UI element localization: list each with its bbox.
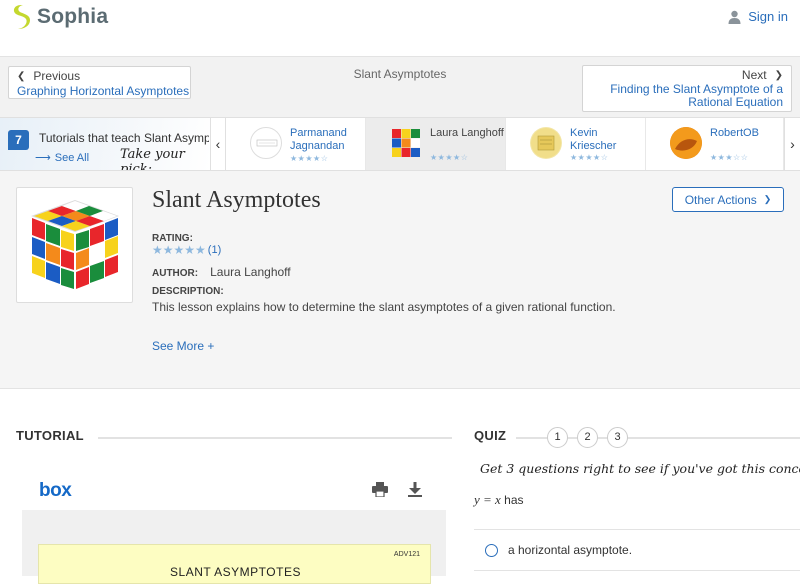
lesson-rating[interactable]: ★★★★★ (1) bbox=[152, 243, 221, 257]
carousel-prev-button[interactable]: ‹ bbox=[210, 118, 226, 170]
tutorial-card[interactable]: Kevin Kriescher ★★★★☆ bbox=[506, 118, 646, 170]
rating-stars: ★★★★☆ bbox=[430, 153, 469, 162]
previous-label: Previous bbox=[33, 69, 81, 83]
download-icon[interactable] bbox=[408, 482, 422, 497]
see-more-link[interactable]: See More + bbox=[152, 339, 214, 353]
rating-stars: ★★★★☆ bbox=[290, 154, 329, 163]
see-all-link[interactable]: ⟶ See All bbox=[35, 151, 90, 165]
avatar bbox=[390, 127, 422, 159]
arrow-right-icon: ⟶ bbox=[35, 152, 51, 164]
tutor-name: RobertOB bbox=[710, 127, 759, 139]
other-actions-label: Other Actions bbox=[684, 192, 757, 207]
question-equation: y = x bbox=[474, 492, 501, 507]
chevron-left-icon: ❮ bbox=[17, 70, 26, 82]
document-title: SLANT ASYMPTOTES bbox=[170, 565, 301, 579]
tutor-name: Parmanand Jagnandan bbox=[290, 127, 347, 152]
see-all-label: See All bbox=[54, 151, 90, 164]
viewer-toolbar: box bbox=[22, 466, 446, 510]
quiz-hint: Get 3 questions right to see if you've g… bbox=[480, 461, 800, 476]
description-label: DESCRIPTION: bbox=[152, 286, 224, 297]
chevron-right-icon: › bbox=[790, 136, 795, 152]
tutorial-card-selected[interactable]: Laura Langhoff ★★★★☆ bbox=[366, 118, 506, 170]
chevron-right-icon: ❯ bbox=[774, 69, 783, 81]
document-code: ADV121 bbox=[393, 551, 420, 558]
lesson-info-panel: Slant Asymptotes Other Actions ❯ RATING:… bbox=[0, 171, 800, 389]
rating-stars: ★★★★☆ bbox=[570, 153, 609, 162]
question-text: has bbox=[504, 493, 524, 507]
previous-button[interactable]: ❮ Previous Graphing Horizontal Asymptote… bbox=[8, 66, 191, 99]
top-bar: Sophia Sign in bbox=[0, 0, 800, 36]
quiz-heading: QUIZ bbox=[474, 428, 507, 443]
author-row: AUTHOR: Laura Langhoff bbox=[152, 265, 291, 279]
answer-text: a horizontal asymptote. bbox=[508, 543, 633, 557]
quiz-question: y = x has bbox=[474, 492, 524, 508]
tutorial-heading: TUTORIAL bbox=[16, 428, 84, 443]
avatar bbox=[670, 127, 702, 159]
tutorial-card[interactable]: Parmanand Jagnandan ★★★★☆ bbox=[226, 118, 366, 170]
previous-lesson-link[interactable]: Graphing Horizontal Asymptotes bbox=[17, 84, 189, 98]
document-page: ADV121 SLANT ASYMPTOTES bbox=[38, 544, 431, 584]
brand-name: Sophia bbox=[37, 5, 109, 28]
tutorial-card[interactable]: RobertOB ★★★☆☆ bbox=[646, 118, 784, 170]
document-viewer: box ADV121 SLANT ASYMPTOTES bbox=[22, 466, 446, 584]
rating-count: (1) bbox=[207, 244, 222, 256]
chevron-down-icon: ❯ bbox=[763, 194, 772, 204]
sophia-logo[interactable]: Sophia bbox=[10, 3, 108, 31]
next-button[interactable]: Next ❯ Finding the Slant Asymptote of a … bbox=[582, 65, 792, 112]
tutor-name: Kevin Kriescher bbox=[570, 127, 617, 152]
radio-button[interactable] bbox=[485, 543, 498, 557]
rubiks-cube-image bbox=[31, 200, 119, 289]
lesson-thumbnail bbox=[16, 187, 133, 303]
answer-option[interactable]: a horizontal asymptote. bbox=[474, 529, 800, 571]
current-lesson-title: Slant Asymptotes bbox=[353, 67, 447, 81]
lesson-nav: ❮ Previous Graphing Horizontal Asymptote… bbox=[0, 56, 800, 117]
sign-in-link[interactable]: Sign in bbox=[728, 9, 788, 24]
divider bbox=[98, 437, 452, 439]
lesson-description: This lesson explains how to determine th… bbox=[152, 300, 616, 314]
rating-stars: ★★★☆☆ bbox=[710, 153, 749, 162]
tutorial-count-badge: 7 bbox=[8, 130, 29, 150]
tutorials-text: Tutorials that teach Slant Asymptotes bbox=[39, 131, 209, 145]
sign-in-label: Sign in bbox=[748, 9, 788, 24]
sophia-leaf-icon bbox=[13, 5, 30, 29]
avatar bbox=[250, 127, 282, 159]
avatar bbox=[530, 127, 562, 159]
next-label: Next bbox=[741, 68, 767, 82]
other-actions-button[interactable]: Other Actions ❯ bbox=[672, 187, 784, 212]
chevron-left-icon: ‹ bbox=[215, 136, 221, 152]
user-icon bbox=[728, 10, 741, 24]
quiz-question-1[interactable]: 1 bbox=[547, 427, 568, 448]
quiz-question-3[interactable]: 3 bbox=[607, 427, 628, 448]
tutorials-summary: 7 Tutorials that teach Slant Asymptotes … bbox=[0, 118, 210, 170]
box-logo: box bbox=[39, 480, 72, 501]
rating-stars: ★★★★★ bbox=[152, 243, 206, 257]
tutor-name: Laura Langhoff bbox=[430, 127, 504, 139]
next-lesson-link[interactable]: Finding the Slant Asymptote of a Rationa… bbox=[591, 83, 783, 109]
print-icon[interactable] bbox=[372, 482, 388, 497]
tutorials-carousel: 7 Tutorials that teach Slant Asymptotes … bbox=[0, 117, 800, 171]
carousel-next-button[interactable]: › bbox=[784, 118, 800, 170]
author-name: Laura Langhoff bbox=[210, 265, 291, 279]
lesson-title: Slant Asymptotes bbox=[152, 187, 321, 213]
take-your-pick-label: Take your pick: bbox=[120, 147, 185, 170]
quiz-question-2[interactable]: 2 bbox=[577, 427, 598, 448]
author-label: AUTHOR: bbox=[152, 268, 199, 279]
